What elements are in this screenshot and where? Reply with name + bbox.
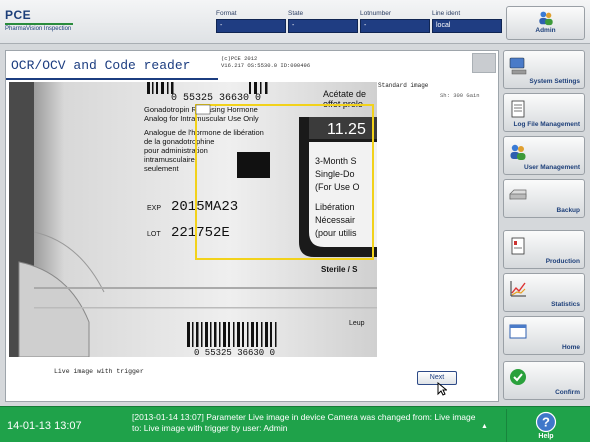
camera-info: (c)PCE 2012 V16.217 OS:5530.0 ID:000496	[221, 55, 310, 69]
lotnumber-field: Lotnumber -	[360, 10, 430, 33]
camera-image: 0 55325 36630 0 Gonadotropin Releasing H…	[9, 82, 377, 357]
mouse-cursor-icon	[437, 382, 447, 396]
barcode-top-digits: 0 55325 36630 0	[171, 93, 261, 104]
line-ident-field: Line ident local	[432, 10, 502, 33]
lotnumber-label: Lotnumber	[360, 10, 392, 17]
right-text-line: Libération	[315, 202, 355, 212]
admin-user-button[interactable]: Admin	[506, 6, 585, 40]
line-ident-value: local	[432, 19, 502, 33]
check-icon	[510, 369, 526, 385]
format-value: -	[216, 19, 286, 33]
computer-icon	[509, 57, 527, 75]
help-button[interactable]: ? Help	[506, 409, 585, 442]
home-window-icon	[509, 324, 527, 339]
app-window: PCE PharmaVision Inspection Format - Sta…	[0, 0, 590, 442]
state-field: State -	[288, 10, 358, 33]
help-label: Help	[538, 433, 554, 440]
production-button[interactable]: Production	[503, 230, 585, 269]
live-mode-label: Live image with trigger	[54, 368, 144, 375]
roi-handle[interactable]	[195, 104, 211, 115]
line-ident-label: Line ident	[432, 10, 461, 17]
right-text-line: Single-Do	[315, 169, 355, 179]
label-text-line: Analog for Intramuscular Use Only	[144, 114, 259, 123]
production-icon	[511, 237, 525, 255]
format-label: Format	[216, 10, 237, 17]
right-dose: 11.25	[327, 121, 366, 138]
sidebar-label: System Settings	[529, 78, 580, 85]
format-field: Format -	[216, 10, 286, 33]
label-text-line: pour administration	[144, 146, 208, 155]
label-text-line: seulement	[144, 164, 180, 173]
logo-title: PCE	[5, 8, 32, 22]
backup-button[interactable]: Backup	[503, 179, 585, 218]
logo-subtitle: PharmaVision Inspection	[5, 26, 72, 32]
right-text-line: 3-Month S	[315, 156, 357, 166]
right-text-line: Leup	[349, 320, 365, 327]
sidebar-label: Log File Management	[513, 121, 580, 128]
status-message: [2013-01-14 13:07] Parameter Live image …	[132, 412, 476, 433]
status-bar: 14-01-13 13:07 [2013-01-14 13:07] Parame…	[0, 406, 590, 442]
logo-underline	[5, 23, 73, 25]
svg-text:?: ?	[542, 415, 550, 430]
logo: PCE PharmaVision Inspection	[5, 8, 73, 32]
user-management-button[interactable]: User Management	[503, 136, 585, 175]
right-text-line: Nécessair	[315, 215, 355, 225]
lotnumber-value: -	[360, 19, 430, 33]
users-icon	[538, 11, 553, 26]
data-matrix-block	[237, 152, 270, 178]
lot-label: LOT	[147, 231, 161, 238]
right-text-line: Acétate de	[323, 89, 366, 99]
log-file-management-button[interactable]: Log File Management	[503, 93, 585, 132]
sidebar-label: User Management	[524, 164, 580, 171]
sidebar-label: Statistics	[551, 301, 580, 308]
image-resolution-label: Sh: 300 Gain	[440, 92, 480, 99]
title-underline	[6, 78, 218, 80]
barcode-bottom-digits: 0 55325 36630 0	[194, 348, 275, 357]
camera-live-view[interactable]: 0 55325 36630 0 Gonadotropin Releasing H…	[9, 82, 377, 357]
right-text-line: Sterile / S	[321, 265, 358, 274]
help-icon: ?	[535, 411, 557, 433]
confirm-button[interactable]: Confirm	[503, 361, 585, 400]
exp-value: 2015MA23	[171, 199, 238, 215]
admin-label: Admin	[535, 27, 556, 34]
right-text-line: (pour utilis	[315, 228, 357, 238]
state-label: State	[288, 10, 304, 17]
sidebar-label: Home	[561, 344, 580, 351]
page-title: OCR/OCV and Code reader	[11, 58, 191, 73]
camera-info-line: V16.217 OS:5530.0 ID:000496	[221, 62, 311, 69]
panel-scroll-stub[interactable]	[472, 53, 496, 73]
sidebar-label: Backup	[556, 207, 580, 214]
right-text-line: (For Use O	[315, 182, 360, 192]
statistics-button[interactable]: Statistics	[503, 273, 585, 312]
drive-icon	[509, 189, 527, 200]
header-bar: PCE PharmaVision Inspection Format - Sta…	[0, 0, 590, 44]
sidebar-label: Production	[545, 258, 580, 265]
status-datetime: 14-01-13 13:07	[7, 420, 82, 432]
document-icon	[511, 100, 525, 118]
home-button[interactable]: Home	[503, 316, 585, 355]
image-type-label: Standard image	[378, 82, 429, 89]
main-panel: OCR/OCV and Code reader (c)PCE 2012 V16.…	[5, 50, 499, 402]
exp-label: EXP	[147, 205, 161, 212]
sidebar-label: Confirm	[555, 389, 580, 396]
label-text-line: Analogue de l'hormone de libération	[144, 128, 264, 137]
status-scroll-up-icon[interactable]: ▲	[481, 423, 488, 430]
label-text-line: intramusculaire	[144, 155, 195, 164]
camera-info-line: (c)PCE 2012	[221, 55, 258, 62]
chart-icon	[510, 281, 526, 297]
lot-value: 221752E	[171, 225, 230, 241]
users-icon	[510, 144, 526, 160]
state-value: -	[288, 19, 358, 33]
system-settings-button[interactable]: System Settings	[503, 50, 585, 89]
label-text-line: de la gonadotrophine	[144, 137, 214, 146]
